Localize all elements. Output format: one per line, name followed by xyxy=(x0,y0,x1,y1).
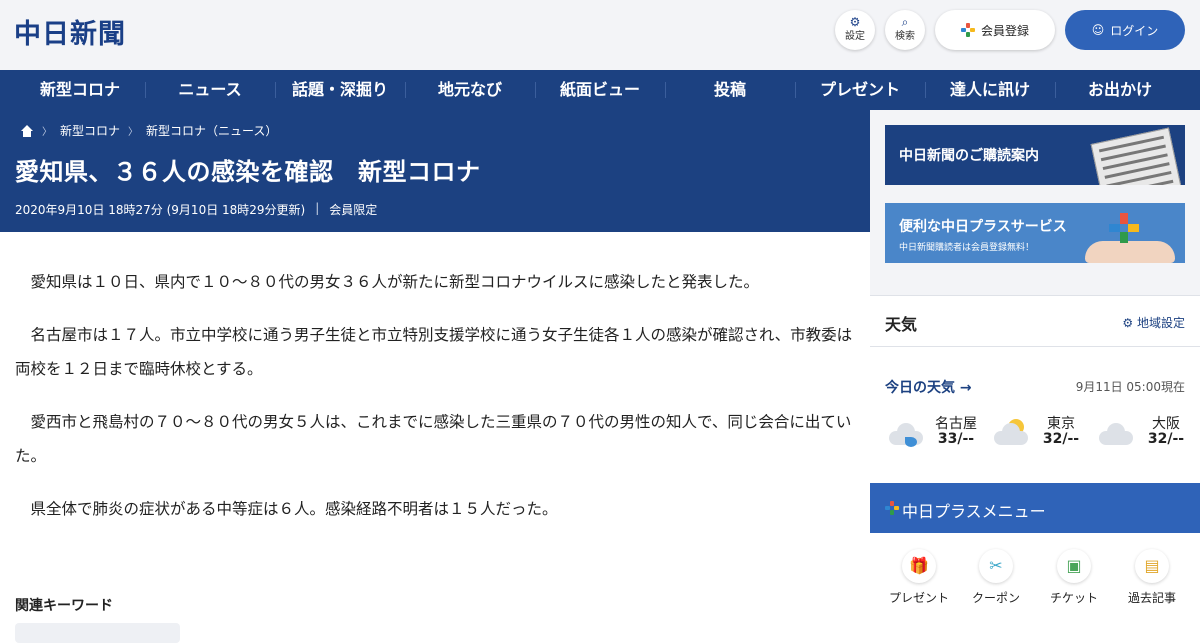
login-button[interactable]: ☺ ログイン xyxy=(1065,10,1185,50)
region-settings-label: 地域設定 xyxy=(1136,316,1185,330)
article-title: 愛知県、３６人の感染を確認 新型コロナ xyxy=(15,158,481,186)
city-temp: 33/-- xyxy=(937,431,975,447)
settings-button[interactable]: ⚙ 設定 xyxy=(835,10,875,50)
newspaper-image xyxy=(1090,127,1184,185)
keyword-chip[interactable] xyxy=(15,623,180,643)
chevron-right-icon: 〉 xyxy=(42,127,52,138)
search-icon: ⌕ xyxy=(901,15,909,29)
article-paragraph: 愛知県は１０日、県内で１０～８０代の男女３６人が新たに新型コロナウイルスに感染し… xyxy=(30,273,760,291)
coupon-icon: ✂ xyxy=(979,549,1013,583)
article-body: 愛知県は１０日、県内で１０～８０代の男女３６人が新たに新型コロナウイルスに感染し… xyxy=(15,265,855,545)
settings-label: 設定 xyxy=(845,31,865,42)
weather-header: 天気 ⚙ 地域設定 xyxy=(870,295,1200,347)
nav-item-topics[interactable]: 話題・深掘り xyxy=(275,70,405,110)
breadcrumb-item[interactable]: 新型コロナ xyxy=(60,122,120,139)
chunichi-plus-icon xyxy=(1109,213,1139,243)
search-button[interactable]: ⌕ 検索 xyxy=(885,10,925,50)
plus-menu-label: プレゼント xyxy=(888,591,949,605)
weather-city[interactable]: 大阪 32/-- xyxy=(1095,413,1200,453)
divider: | xyxy=(315,201,320,215)
ticket-icon: ▣ xyxy=(1057,549,1091,583)
site-logo[interactable]: 中日新聞 xyxy=(14,12,126,51)
nav-item-post[interactable]: 投稿 xyxy=(665,70,795,110)
chunichi-plus-icon xyxy=(885,501,899,515)
search-label: 検索 xyxy=(895,31,915,42)
banner-title: 中日新聞のご購読案内 xyxy=(899,148,1039,164)
login-label: ログイン xyxy=(1110,23,1159,38)
city-temp: 32/-- xyxy=(1042,431,1080,447)
cloud-icon xyxy=(1095,423,1135,445)
today-weather-link[interactable]: 今日の天気 → xyxy=(885,377,972,397)
breadcrumb: 〉 新型コロナ 〉 新型コロナ（ニュース） xyxy=(20,122,277,139)
plus-menu-label: 過去記事 xyxy=(1127,591,1176,605)
weather-city[interactable]: 東京 32/-- xyxy=(990,413,1095,453)
access-badge: 会員限定 xyxy=(329,203,378,217)
sun-cloud-icon xyxy=(990,419,1030,445)
weather-panel: 今日の天気 → 9月11日 05:00現在 名古屋 33/-- 東京 32/--… xyxy=(870,347,1200,483)
rain-cloud-icon xyxy=(885,423,925,447)
gear-icon: ⚙ xyxy=(849,15,861,29)
chunichi-plus-icon xyxy=(960,23,975,37)
nav-item-local[interactable]: 地元なび xyxy=(405,70,535,110)
plus-menu-label: クーポン xyxy=(971,591,1020,605)
article-paragraph: 愛西市と飛島村の７０～８０代の男女５人は、これまでに感染した三重県の７０代の男性… xyxy=(15,413,852,465)
city-name: 東京 xyxy=(1047,416,1075,432)
article-header: 〉 新型コロナ 〉 新型コロナ（ニュース） 愛知県、３６人の感染を確認 新型コロ… xyxy=(0,110,870,232)
home-icon[interactable] xyxy=(20,124,34,137)
weather-city[interactable]: 名古屋 33/-- xyxy=(885,413,990,453)
weather-title: 天気 xyxy=(885,315,918,334)
nav-item-present[interactable]: プレゼント xyxy=(795,70,925,110)
article-paragraph: 県全体で肺炎の症状がある中等症は６人。感染経路不明者は１５人だった。 xyxy=(30,500,558,518)
banner-subtitle: 中日新聞購読者は会員登録無料！ xyxy=(899,243,1035,253)
plus-menu-item-ticket[interactable]: ▣ チケット xyxy=(1034,549,1114,606)
register-label: 会員登録 xyxy=(980,23,1029,38)
plus-menu-item-coupon[interactable]: ✂ クーポン xyxy=(956,549,1036,606)
nav-item-paper-view[interactable]: 紙面ビュー xyxy=(535,70,665,110)
plus-menu: 🎁 プレゼント ✂ クーポン ▣ チケット ▤ 過去記事 xyxy=(870,533,1200,630)
city-name: 名古屋 xyxy=(935,416,977,432)
register-button[interactable]: 会員登録 xyxy=(935,10,1055,50)
subscription-banner[interactable]: 中日新聞のご購読案内 xyxy=(885,125,1185,185)
banner-title: 便利な中日プラスサービス xyxy=(899,219,1067,235)
city-temp: 32/-- xyxy=(1147,431,1185,447)
weather-timestamp: 9月11日 05:00現在 xyxy=(1075,380,1185,394)
published-date: 2020年9月10日 18時27分 (9月10日 18時29分更新) xyxy=(15,203,306,217)
plus-menu-label: チケット xyxy=(1049,591,1098,605)
article-paragraph: 名古屋市は１７人。市立中学校に通う男子生徒と市立特別支援学校に通う女子生徒各１人… xyxy=(15,326,853,378)
plus-menu-item-present[interactable]: 🎁 プレゼント xyxy=(879,549,959,606)
chevron-right-icon: 〉 xyxy=(128,127,139,138)
gear-icon: ⚙ xyxy=(1122,316,1134,330)
keywords-title: 関連キーワード xyxy=(15,598,113,614)
nav-item-expert[interactable]: 達人に訊け xyxy=(925,70,1055,110)
nav-item-outing[interactable]: お出かけ xyxy=(1055,70,1185,110)
nav-item-corona[interactable]: 新型コロナ xyxy=(15,70,145,110)
city-name: 大阪 xyxy=(1152,416,1180,432)
region-settings-link[interactable]: ⚙ 地域設定 xyxy=(1122,314,1185,331)
nav-item-news[interactable]: ニュース xyxy=(145,70,275,110)
site-header: 中日新聞 ⚙ 設定 ⌕ 検索 会員登録 ☺ ログイン xyxy=(0,0,1200,70)
plus-menu-header: 中日プラスメニュー xyxy=(870,483,1200,533)
plus-menu-title: 中日プラスメニュー xyxy=(902,502,1046,521)
plus-service-banner[interactable]: 便利な中日プラスサービス 中日新聞購読者は会員登録無料！ xyxy=(885,203,1185,263)
main-nav: 新型コロナ ニュース 話題・深掘り 地元なび 紙面ビュー 投稿 プレゼント 達人… xyxy=(0,70,1200,110)
sidebar: 中日新聞のご購読案内 便利な中日プラスサービス 中日新聞購読者は会員登録無料！ … xyxy=(870,110,1200,630)
hand-image xyxy=(1085,241,1175,263)
article-meta: 2020年9月10日 18時27分 (9月10日 18時29分更新) | 会員限… xyxy=(15,201,377,218)
gift-icon: 🎁 xyxy=(902,549,936,583)
archive-icon: ▤ xyxy=(1135,549,1169,583)
plus-menu-item-archive[interactable]: ▤ 過去記事 xyxy=(1112,549,1192,606)
breadcrumb-item[interactable]: 新型コロナ（ニュース） xyxy=(146,122,277,139)
user-icon: ☺ xyxy=(1091,23,1105,37)
